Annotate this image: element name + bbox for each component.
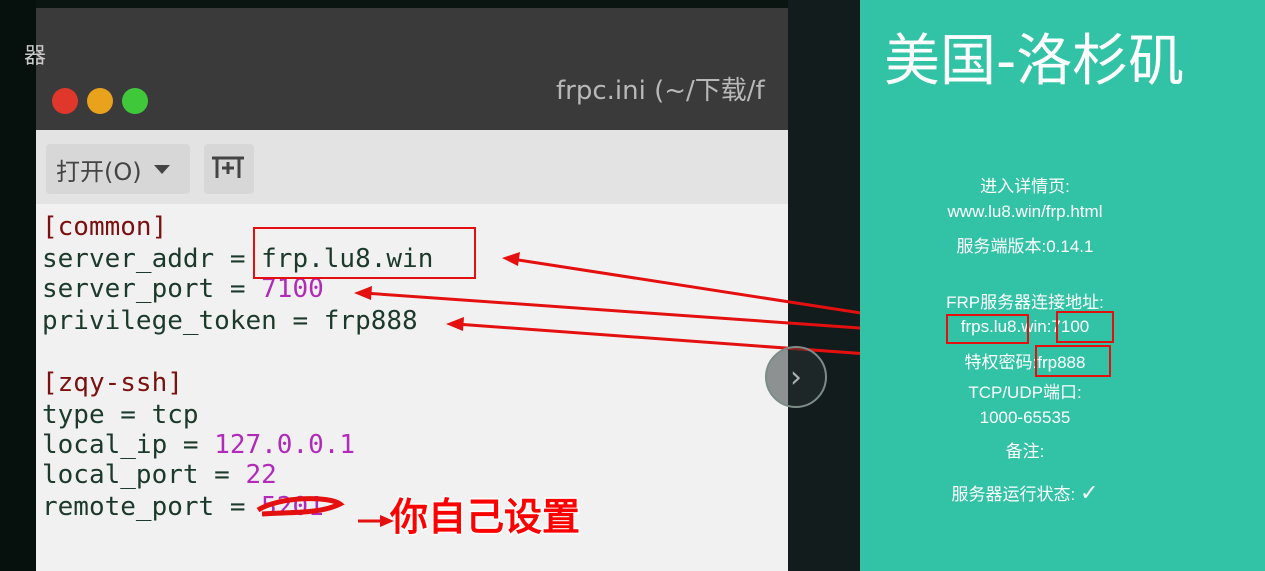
scribble-mark: [256, 496, 345, 517]
connect-label: FRP服务器连接地址:: [946, 293, 1104, 312]
server-info-panel: 美国-洛杉矶 进入详情页: www.lu8.win/frp.html 服务端版本…: [860, 0, 1265, 571]
notes-label: 备注:: [1005, 442, 1045, 461]
server-version: 服务端版本:0.14.1: [956, 237, 1094, 256]
detail-label: 进入详情页:: [980, 177, 1070, 196]
next-slide-button[interactable]: ›: [765, 346, 827, 408]
arrowhead-server-port: [354, 286, 372, 300]
ports-range: 1000-65535: [979, 408, 1071, 427]
status-label: 服务器运行状态:: [951, 485, 1076, 504]
ports-label: TCP/UDP端口:: [968, 383, 1082, 402]
address-highlight-box: [946, 314, 1029, 344]
status-row: 服务器运行状态: ✓: [860, 480, 1190, 506]
arrowhead-server-addr: [502, 252, 520, 266]
annotation-text: 你自己设置: [388, 494, 581, 541]
panel-title: 美国-洛杉矶: [884, 29, 1185, 94]
token-highlight-box: [1035, 345, 1111, 377]
chevron-right-icon: ›: [790, 359, 802, 395]
port-highlight-box: [1056, 311, 1114, 343]
token-value: 特权密码:frp888: [964, 353, 1086, 372]
arrowhead-token: [446, 317, 464, 331]
detail-url-link[interactable]: www.lu8.win/frp.html: [860, 202, 1190, 222]
status-check-icon: ✓: [1080, 481, 1099, 506]
